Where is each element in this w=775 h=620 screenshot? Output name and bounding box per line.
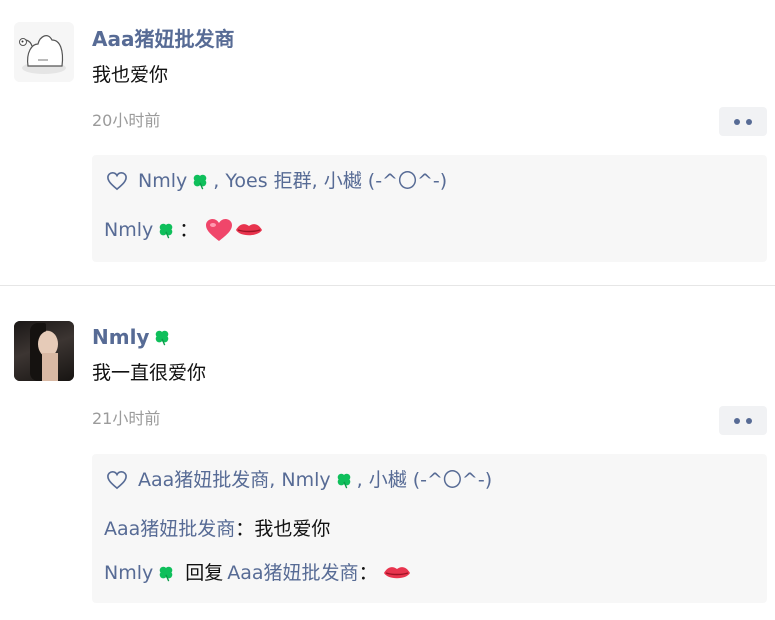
comment-separator: ：	[358, 562, 378, 584]
more-dots-icon	[746, 417, 752, 424]
likes-row: Aaa猪妞批发商, Nmly , 小樾 (-^〇^-)	[106, 467, 492, 493]
four-leaf-clover-icon	[193, 174, 207, 190]
moment-post: Nmly 我一直很爱你 21小时前 Aaa猪妞批发商, Nmly , 小樾 (-…	[0, 285, 775, 619]
author-name[interactable]: Aaa猪妞批发商	[92, 26, 234, 52]
lips-emoji-icon	[236, 224, 263, 236]
comment[interactable]: Aaa猪妞批发商 ： 我也爱你	[104, 516, 330, 542]
lips-emoji-icon	[383, 567, 410, 579]
heart-emoji-icon	[206, 219, 233, 241]
more-dots-icon	[746, 118, 752, 125]
four-leaf-clover-icon	[159, 566, 173, 582]
avatar[interactable]	[14, 22, 74, 82]
cartoon-avatar-icon	[14, 22, 74, 82]
comment[interactable]: Nmly ：	[104, 217, 264, 243]
four-leaf-clover-icon	[156, 330, 169, 346]
reply-to-name[interactable]: Aaa猪妞批发商	[227, 560, 358, 586]
post-content: 我一直很爱你	[92, 362, 207, 384]
comment-author[interactable]: Nmly	[104, 560, 153, 586]
comment-separator: ：	[235, 518, 255, 540]
comment-separator: ：	[179, 219, 199, 241]
post-time: 21小时前	[92, 409, 161, 428]
post-time: 20小时前	[92, 111, 161, 130]
author-name-text[interactable]: Nmly	[92, 324, 149, 350]
like-names[interactable]: Aaa猪妞批发商, Nmly	[138, 467, 331, 493]
likes-row: Nmly , Yoes 拒群, 小樾 (-^〇^-)	[106, 168, 447, 194]
comment-author[interactable]: Nmly	[104, 217, 153, 243]
post-content: 我也爱你	[92, 64, 169, 86]
moment-post: Aaa猪妞批发商 我也爱你 20小时前 Nmly , Yoes 拒群, 小樾 (…	[0, 0, 775, 285]
comment-text: 我也爱你	[254, 518, 331, 540]
heart-outline-icon	[107, 171, 127, 191]
like-names-rest[interactable]: , Yoes 拒群, 小樾 (-^〇^-)	[213, 168, 447, 194]
comment-author[interactable]: Aaa猪妞批发商	[104, 516, 235, 542]
more-dots-icon	[734, 417, 740, 424]
more-dots-icon	[734, 118, 740, 125]
like-name[interactable]: Nmly	[138, 168, 187, 194]
more-button[interactable]	[719, 107, 767, 136]
heart-outline-icon	[107, 470, 127, 490]
author-name[interactable]: Nmly	[92, 324, 175, 350]
interaction-box: Nmly , Yoes 拒群, 小樾 (-^〇^-) Nmly ：	[92, 155, 767, 262]
like-names-rest[interactable]: , 小樾 (-^〇^-)	[357, 467, 493, 493]
comment[interactable]: Nmly 回复 Aaa猪妞批发商 ：	[104, 560, 412, 586]
avatar[interactable]	[14, 321, 74, 381]
more-button[interactable]	[719, 406, 767, 435]
reply-word: 回复	[185, 562, 224, 584]
interaction-box: Aaa猪妞批发商, Nmly , 小樾 (-^〇^-) Aaa猪妞批发商 ： 我…	[92, 454, 767, 603]
four-leaf-clover-icon	[337, 473, 350, 489]
four-leaf-clover-icon	[159, 223, 173, 239]
